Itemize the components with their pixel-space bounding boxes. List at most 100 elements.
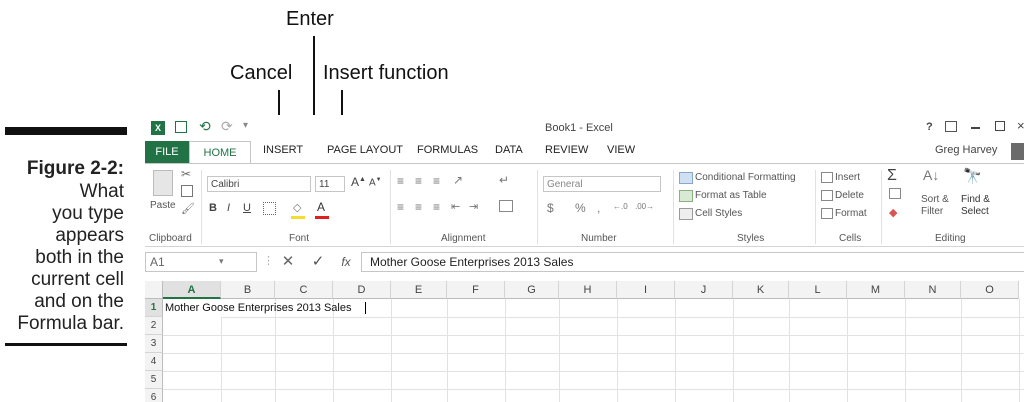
wrap-text-icon[interactable]: ↵ [499, 173, 509, 187]
delete-cells-icon[interactable] [821, 190, 833, 201]
italic-button[interactable]: I [227, 202, 230, 214]
column-header[interactable]: K [733, 281, 789, 299]
cell-styles-button[interactable]: Cell Styles [695, 208, 742, 219]
format-painter-icon[interactable]: 🖌 [181, 202, 195, 215]
row-header[interactable]: 5 [145, 371, 163, 389]
format-cells-button[interactable]: Format [835, 208, 867, 219]
close-icon[interactable]: × [1017, 118, 1024, 133]
column-header[interactable]: H [559, 281, 617, 299]
middle-align-icon[interactable]: ≡ [415, 174, 422, 188]
orientation-icon[interactable]: ↗ [453, 173, 463, 187]
increase-font-icon[interactable]: A▲ [351, 175, 366, 189]
column-header[interactable]: M [847, 281, 905, 299]
cut-icon[interactable]: ✂ [181, 167, 191, 181]
insert-cells-icon[interactable] [821, 172, 833, 183]
borders-icon[interactable] [263, 202, 276, 215]
currency-button[interactable]: $ [547, 201, 554, 215]
format-as-table-icon[interactable] [679, 190, 693, 202]
underline-button[interactable]: U [243, 202, 251, 214]
decrease-indent-icon[interactable]: ⇤ [451, 200, 460, 213]
tab-view[interactable]: VIEW [607, 144, 635, 156]
format-as-table-button[interactable]: Format as Table [695, 190, 767, 201]
format-cells-icon[interactable] [821, 208, 833, 219]
name-box[interactable]: A1 [145, 252, 257, 272]
cell-styles-icon[interactable] [679, 208, 693, 220]
increase-decimal-icon[interactable]: ←.0 [613, 202, 628, 211]
tab-formulas[interactable]: FORMULAS [417, 144, 478, 156]
help-icon[interactable]: ? [926, 121, 933, 133]
tab-file[interactable]: FILE [145, 141, 189, 163]
paste-icon[interactable] [153, 170, 173, 196]
tab-home[interactable]: HOME [189, 141, 251, 163]
merge-center-icon[interactable] [499, 200, 513, 212]
comma-button[interactable]: , [597, 201, 600, 215]
avatar[interactable] [1011, 143, 1024, 160]
bottom-align-icon[interactable]: ≡ [433, 174, 440, 188]
column-header[interactable]: N [905, 281, 961, 299]
row-header[interactable]: 1 [145, 299, 163, 317]
cell-a1[interactable]: Mother Goose Enterprises 2013 Sales [165, 299, 352, 317]
save-icon[interactable] [175, 121, 187, 133]
column-header[interactable]: D [333, 281, 391, 299]
center-icon[interactable]: ≡ [415, 200, 422, 214]
tab-review[interactable]: REVIEW [545, 144, 588, 156]
formula-input[interactable]: Mother Goose Enterprises 2013 Sales [361, 252, 1024, 272]
align-left-icon[interactable]: ≡ [397, 200, 404, 214]
tab-page-layout[interactable]: PAGE LAYOUT [327, 144, 403, 156]
tab-insert[interactable]: INSERT [263, 144, 303, 156]
conditional-formatting-icon[interactable] [679, 172, 693, 184]
font-size-select[interactable]: 11 [315, 176, 345, 192]
customize-qat-icon[interactable]: ▾ [243, 120, 248, 131]
sort-filter-label[interactable]: Sort & [921, 194, 949, 205]
name-box-dropdown-icon[interactable]: ▾ [219, 256, 224, 267]
delete-cells-button[interactable]: Delete [835, 190, 864, 201]
column-header[interactable]: C [275, 281, 333, 299]
select-all-corner[interactable] [145, 281, 163, 299]
decrease-decimal-icon[interactable]: .00→ [635, 202, 654, 211]
fill-color-icon[interactable]: ◇ [293, 201, 301, 214]
align-right-icon[interactable]: ≡ [433, 200, 440, 214]
copy-icon[interactable] [181, 185, 193, 197]
insert-cells-button[interactable]: Insert [835, 172, 860, 183]
clear-icon[interactable]: ◆ [889, 206, 897, 219]
row-header[interactable]: 2 [145, 317, 163, 335]
user-name[interactable]: Greg Harvey [935, 144, 997, 156]
ribbon-display-icon[interactable] [945, 121, 957, 132]
increase-indent-icon[interactable]: ⇥ [469, 200, 478, 213]
tab-data[interactable]: DATA [495, 144, 523, 156]
autosum-icon[interactable]: Σ [887, 167, 897, 185]
find-select-label[interactable]: Find & [961, 194, 990, 205]
cancel-icon[interactable]: ✕ [273, 252, 303, 272]
minimize-icon[interactable] [971, 127, 980, 129]
redo-icon[interactable]: ⟳ [221, 118, 233, 135]
filter-label[interactable]: Filter [921, 206, 943, 217]
column-header[interactable]: B [221, 281, 275, 299]
sort-filter-icon[interactable]: A↓ [923, 167, 939, 183]
row-header[interactable]: 6 [145, 389, 163, 402]
select-label[interactable]: Select [961, 206, 989, 217]
column-header[interactable]: F [447, 281, 505, 299]
number-format-select[interactable]: General [543, 176, 661, 192]
find-select-icon[interactable]: 🔭 [963, 167, 982, 185]
enter-icon[interactable]: ✓ [303, 252, 333, 272]
column-header[interactable]: E [391, 281, 447, 299]
top-align-icon[interactable]: ≡ [397, 174, 404, 188]
row-header[interactable]: 4 [145, 353, 163, 371]
column-header[interactable]: A [163, 281, 221, 299]
restore-icon[interactable] [995, 121, 1005, 131]
column-header[interactable]: I [617, 281, 675, 299]
undo-icon[interactable]: ⟲ [199, 118, 211, 135]
column-header[interactable]: J [675, 281, 733, 299]
font-color-icon[interactable]: A [317, 200, 325, 214]
conditional-formatting-button[interactable]: Conditional Formatting [695, 172, 796, 183]
paste-label[interactable]: Paste [150, 200, 176, 211]
row-header[interactable]: 3 [145, 335, 163, 353]
font-name-select[interactable]: Calibri [207, 176, 311, 192]
decrease-font-icon[interactable]: A▼ [369, 177, 382, 188]
fill-icon[interactable] [889, 188, 901, 199]
column-header[interactable]: G [505, 281, 559, 299]
percent-button[interactable]: % [575, 201, 586, 215]
bold-button[interactable]: B [209, 202, 217, 214]
insert-function-icon[interactable]: fx [333, 252, 359, 272]
column-header[interactable]: L [789, 281, 847, 299]
